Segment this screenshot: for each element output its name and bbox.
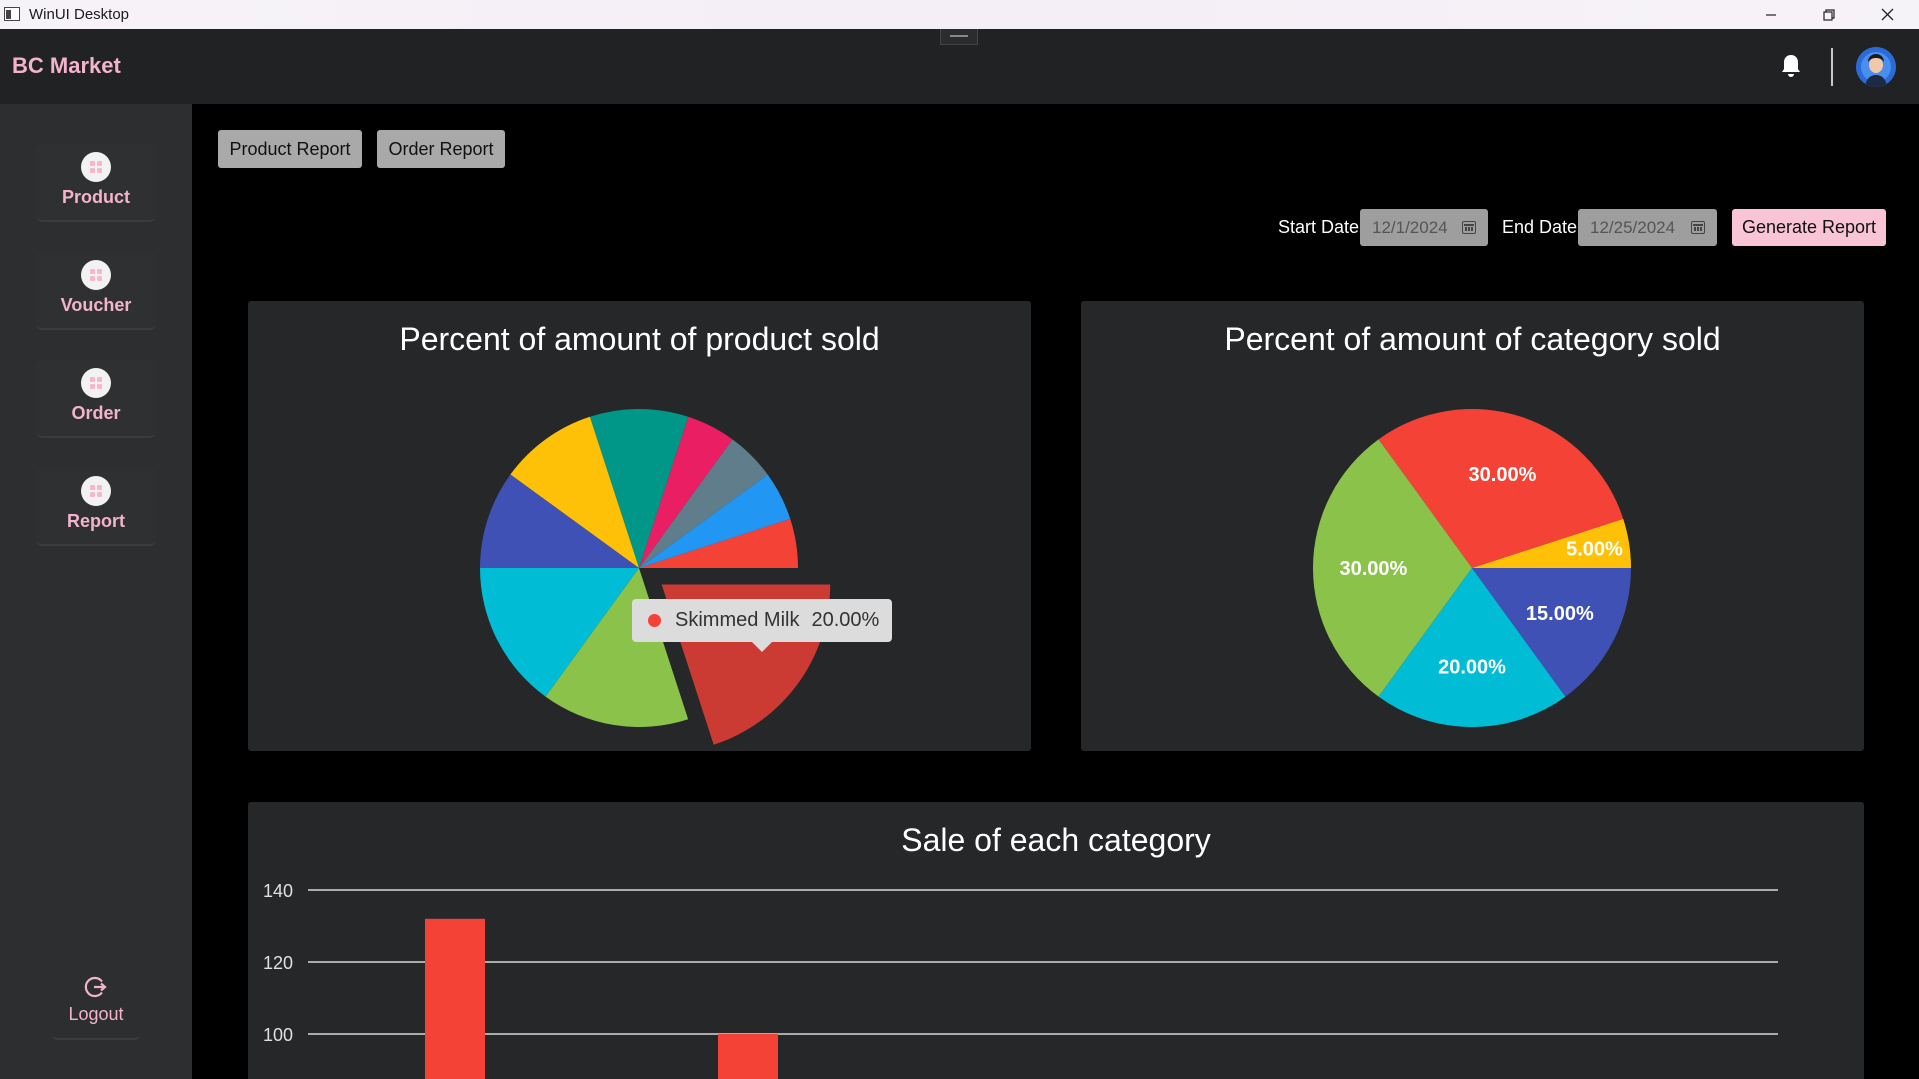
grid-icon [81, 476, 111, 506]
drag-handle[interactable] [940, 29, 978, 45]
pie-data-label: 30.00% [1339, 558, 1407, 580]
sidebar-item-report[interactable]: Report [36, 468, 156, 546]
minimize-icon [1766, 13, 1776, 16]
sidebar-item-order[interactable]: Order [36, 360, 156, 438]
logout-button[interactable]: Logout [52, 974, 140, 1040]
y-tick-label: 140 [263, 881, 293, 901]
sidebar-item-label: Order [71, 403, 121, 423]
app-header: BC Market [0, 29, 1919, 104]
pie-data-label: 5.00% [1566, 539, 1623, 561]
pie-data-label: 20.00% [1438, 657, 1506, 679]
logout-icon [84, 976, 107, 998]
tab-order-report[interactable]: Order Report [377, 130, 505, 168]
category-sales-panel: Sale of each category 140 120 100 [248, 802, 1864, 1079]
sidebar-item-label: Voucher [60, 295, 132, 315]
brand-title: BC Market [12, 53, 121, 78]
pie-data-label: 15.00% [1526, 603, 1594, 625]
y-tick-label: 100 [263, 1025, 293, 1045]
close-icon [1881, 8, 1893, 21]
start-date-value: 12/1/2024 [1372, 218, 1448, 237]
chart-tooltip: Skimmed Milk 20.00% [632, 599, 892, 652]
end-date-picker[interactable]: 12/25/2024 [1578, 209, 1717, 246]
restore-icon [1823, 8, 1835, 21]
restore-button[interactable] [1800, 0, 1858, 29]
avatar-image [1856, 47, 1896, 87]
category-sales-bar-chart: 140 120 100 [263, 881, 1778, 1079]
product-pie-chart [480, 409, 831, 745]
sidebar-item-label: Product [61, 187, 130, 207]
category-pie-panel: Percent of amount of category sold 5.00%… [1081, 301, 1864, 751]
sidebar-item-label: Report [67, 511, 125, 531]
grid-icon [81, 368, 111, 398]
calendar-icon [1462, 221, 1476, 234]
product-pie-panel: Percent of amount of product sold [248, 301, 1031, 751]
window-titlebar: WinUI Desktop [0, 0, 1919, 29]
app-window-icon [4, 7, 20, 21]
y-tick-label: 120 [263, 953, 293, 973]
bar[interactable] [718, 1034, 778, 1079]
tab-product-report[interactable]: Product Report [218, 130, 362, 168]
tooltip-name: Skimmed Milk [675, 609, 800, 631]
end-date-label: End Date: [1502, 217, 1583, 237]
category-pie-chart: 5.00% 30.00% 30.00% 20.00% 15.00% [1313, 409, 1631, 727]
notification-bell-icon[interactable] [1779, 53, 1803, 79]
tooltip-value: 20.00% [811, 609, 880, 631]
minimize-button[interactable] [1742, 0, 1800, 29]
calendar-icon [1691, 221, 1705, 234]
tooltip-color-dot [648, 614, 661, 627]
close-button[interactable] [1858, 0, 1916, 29]
sidebar: Product Voucher Order Report Logout [0, 104, 192, 1079]
grid-icon [81, 260, 111, 290]
window-title: WinUI Desktop [29, 6, 130, 23]
pie-data-label: 30.00% [1469, 464, 1537, 486]
logout-label: Logout [68, 1004, 124, 1024]
sidebar-item-voucher[interactable]: Voucher [36, 252, 156, 330]
avatar[interactable] [1856, 47, 1896, 87]
bar[interactable] [425, 918, 485, 1079]
header-divider [1831, 48, 1833, 86]
generate-report-button[interactable]: Generate Report [1732, 209, 1886, 246]
start-date-label: Start Date: [1278, 217, 1365, 237]
sidebar-item-product[interactable]: Product [36, 144, 156, 222]
start-date-picker[interactable]: 12/1/2024 [1360, 209, 1488, 246]
grid-icon [81, 152, 111, 182]
end-date-value: 12/25/2024 [1590, 218, 1676, 237]
